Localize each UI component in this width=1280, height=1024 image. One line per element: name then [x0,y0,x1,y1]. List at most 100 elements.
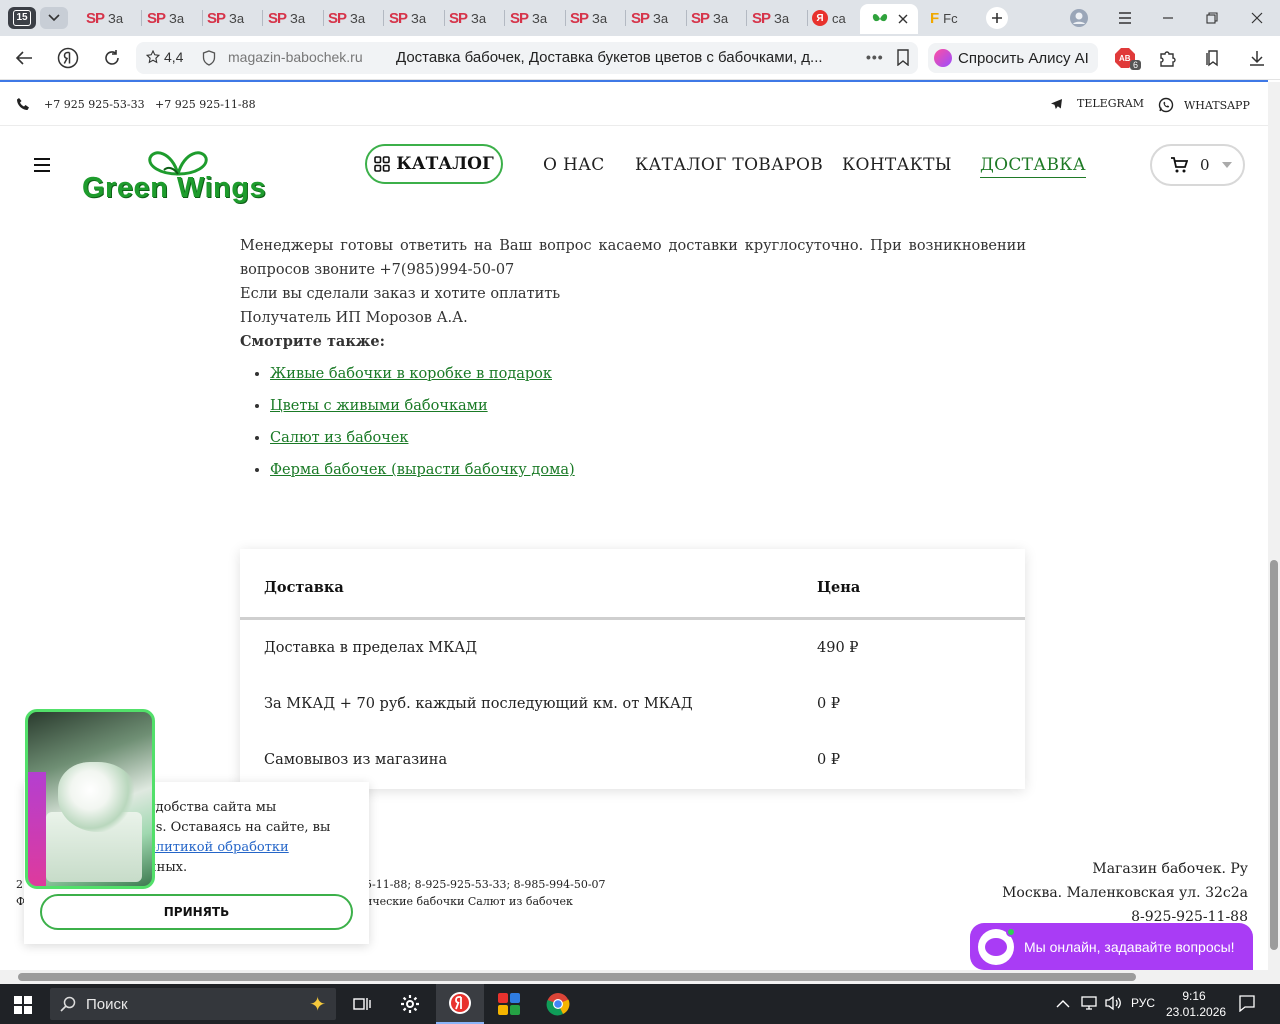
shield-icon[interactable] [202,50,216,70]
tab-counter-button[interactable]: 15 [8,7,36,29]
back-arrow-icon[interactable] [12,46,36,70]
cart-button[interactable]: 0 [1150,144,1245,186]
tab-list-chevron-icon[interactable] [40,7,68,29]
nav-catalog-goods[interactable]: КАТАЛОГ ТОВАРОВ [635,155,823,175]
whatsapp-link[interactable]: WHATSAPP [1158,97,1250,113]
telegram-icon [1051,98,1062,109]
task-view-icon[interactable] [338,984,386,1024]
browser-tab[interactable]: SP За [207,6,244,30]
vertical-scrollbar[interactable] [1268,82,1280,970]
yandex-browser-taskbar-icon[interactable] [436,984,484,1024]
link-butterfly-salute[interactable]: Салют из бабочек [270,430,408,446]
tray-chevron-up-icon[interactable] [1056,996,1070,1014]
hamburger-menu-icon[interactable] [34,158,50,172]
extensions-puzzle-icon[interactable] [1156,46,1180,70]
browser-tab[interactable]: SP За [86,6,123,30]
chrome-icon[interactable] [534,984,582,1024]
telegram-link[interactable]: TELEGRAM [1050,97,1144,110]
taskbar-search[interactable]: Поиск ✦ [50,988,336,1020]
tab-favicon: SP [147,9,166,27]
table-row-price: 0 ₽ [817,752,841,768]
tab-fc[interactable]: F Fc [930,6,958,30]
footer-copyright-start: 2 [16,878,23,891]
rating-value: 4,4 [164,49,184,65]
whatsapp-label: WHATSAPP [1184,98,1250,112]
new-tab-button[interactable] [986,7,1008,29]
restore-window-icon[interactable] [1202,8,1222,28]
privacy-policy-link[interactable]: олитикой обработки [148,840,289,855]
tab-label: За [592,10,608,26]
nav-about[interactable]: О НАС [543,155,605,175]
nav-contacts[interactable]: КОНТАКТЫ [842,155,952,175]
active-tab[interactable] [860,4,918,34]
address-bar[interactable]: 4,4 magazin-babochek.ru Доставка бабочек… [136,42,918,74]
link-butterfly-farm[interactable]: Ферма бабочек (вырасти бабочку дома) [270,462,575,478]
table-header-delivery: Доставка [264,579,344,596]
page-title[interactable]: Доставка бабочек, Доставка букетов цвето… [396,49,823,66]
browser-tab[interactable]: SP За [752,6,789,30]
tab-label: Fc [943,10,958,26]
link-flowers-butterflies[interactable]: Цветы с живыми бабочками [270,398,488,414]
link-butterflies-box[interactable]: Живые бабочки в коробке в подарок [270,366,552,382]
download-icon[interactable] [1245,46,1269,70]
accept-cookies-button[interactable]: ПРИНЯТЬ [40,894,353,930]
recipient-text: Получатель ИП Морозов А.А. [240,310,468,326]
language-indicator[interactable]: РУС [1131,996,1155,1010]
browser-tab[interactable]: SP За [268,6,305,30]
photos-app-icon[interactable] [485,984,533,1024]
online-chat-button[interactable]: Мы онлайн, задавайте вопросы! [970,923,1253,970]
browser-tab[interactable]: SP За [570,6,607,30]
browser-tab[interactable]: SP За [328,6,365,30]
network-icon[interactable] [1080,995,1098,1016]
browser-tab[interactable]: SP За [449,6,486,30]
promo-video-widget[interactable] [25,709,155,889]
catalog-button[interactable]: КАТАЛОГ [365,144,503,184]
tab-favicon: SP [389,9,408,27]
ask-alice-button[interactable]: Спросить Алису AI [928,43,1098,73]
minimize-window-icon[interactable] [1158,8,1178,28]
horizontal-scrollbar[interactable] [0,970,1280,984]
nav-delivery[interactable]: ДОСТАВКА [980,155,1086,178]
tab-favicon: Я [812,10,828,26]
notifications-icon[interactable] [1238,994,1256,1017]
browser-menu-icon[interactable] [1115,8,1135,28]
close-window-icon[interactable] [1247,8,1267,28]
telegram-label: TELEGRAM [1077,97,1144,110]
yandex-logo-icon[interactable] [56,46,80,70]
footer-links[interactable]: ические бабочки Салют из бабочек [365,895,573,908]
browser-tab[interactable]: SP За [691,6,728,30]
site-logo[interactable]: Green Wings [82,144,284,210]
site-header: Green Wings КАТАЛОГ О НАС КАТАЛОГ ТОВАРО… [0,126,1268,218]
browser-tab[interactable]: SP За [389,6,426,30]
close-tab-icon[interactable] [898,14,908,24]
phone-link-2[interactable]: +7 925 925-11-88 [155,98,256,111]
footer-phones: 5-11-88; 8-925-925-53-33; 8-985-994-50-0… [365,878,606,891]
adblock-extension-icon[interactable]: AB 6 [1113,46,1141,70]
collections-icon[interactable] [1201,46,1225,70]
browser-toolbar: 4,4 magazin-babochek.ru Доставка бабочек… [0,36,1280,80]
footer-address: Москва. Маленковская ул. 32с2а [1002,885,1248,901]
volume-icon[interactable] [1104,995,1122,1016]
browser-tab[interactable]: SP За [631,6,668,30]
horizontal-scroll-thumb[interactable] [18,973,1136,981]
phone-link-1[interactable]: +7 925 925-53-33 [44,98,145,111]
see-also-list: Живые бабочки в коробке в подарок Цветы … [240,362,1026,482]
settings-gear-icon[interactable] [386,984,434,1024]
tab-favicon: SP [449,9,468,27]
vertical-scroll-thumb[interactable] [1270,560,1278,950]
windows-start-icon[interactable] [14,996,32,1014]
site-rating[interactable]: 4,4 [146,49,183,65]
profile-avatar-icon[interactable] [1069,8,1089,28]
search-label: Поиск [86,995,128,1013]
more-dots-icon[interactable]: ••• [866,49,884,65]
browser-tab[interactable]: Яса [812,6,846,30]
system-clock[interactable]: 9:16 23.01.2026 [1166,988,1226,1020]
bookmark-icon[interactable] [896,49,910,70]
url-domain[interactable]: magazin-babochek.ru [228,49,363,65]
tab-favicon: SP [691,9,710,27]
tab-separator [807,10,808,26]
browser-tab[interactable]: SP За [510,6,547,30]
reload-icon[interactable] [100,46,124,70]
browser-tab[interactable]: SP За [147,6,184,30]
svg-text:AB: AB [1119,54,1131,63]
